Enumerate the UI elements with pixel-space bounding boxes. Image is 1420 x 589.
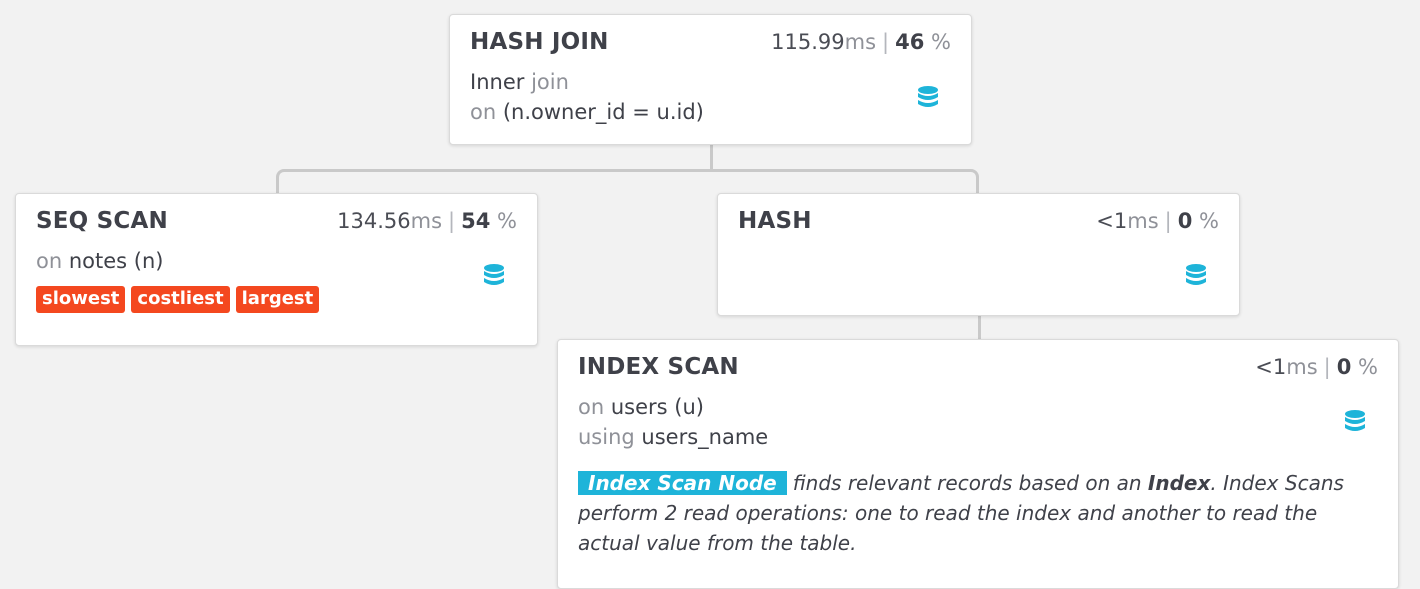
index-name: users_name: [641, 425, 769, 449]
duration-unit: ms: [844, 30, 877, 54]
join-condition: (n.owner_id = u.id): [502, 100, 704, 124]
node-header: INDEX SCAN <1ms | 0 %: [578, 354, 1378, 380]
percent-sign: %: [1358, 355, 1378, 379]
metrics-divider: |: [882, 30, 890, 54]
connector-hashjoin-down: [710, 144, 713, 171]
description-text-1: finds relevant records based on an: [792, 471, 1142, 495]
metrics-divider: |: [1323, 355, 1331, 379]
percent-sign: %: [1199, 209, 1219, 233]
plan-node-hash-join[interactable]: HASH JOIN 115.99ms | 46 % Inner join on (n…: [449, 14, 972, 145]
node-title: HASH JOIN: [470, 29, 609, 55]
plan-node-index-scan[interactable]: INDEX SCAN <1ms | 0 % on users (u) using u…: [557, 339, 1399, 589]
duration-value: 115.99: [771, 30, 845, 54]
database-icon[interactable]: [916, 85, 940, 111]
node-type-badge: Index Scan Node: [578, 471, 787, 495]
relation-name: users (u): [610, 395, 704, 419]
duration-unit: ms: [1286, 355, 1318, 379]
plan-node-seq-scan[interactable]: SEQ SCAN 134.56ms | 54 % on notes (n) slow…: [15, 193, 538, 346]
percent-value: 0: [1336, 355, 1352, 379]
duration-value: 134.56: [337, 209, 411, 233]
node-description: Index Scan Node finds relevant records ba…: [578, 468, 1378, 558]
percent-value: 46: [895, 30, 925, 54]
database-icon[interactable]: [1343, 409, 1367, 435]
description-bold-word: Index: [1147, 471, 1211, 495]
node-tags: slowest costliest largest: [36, 286, 517, 313]
tag-largest: largest: [235, 286, 320, 313]
relation-name: notes (n): [68, 249, 164, 273]
join-type: Inner: [470, 70, 525, 94]
relation-line: on users (u): [578, 392, 1378, 422]
tag-costliest: costliest: [131, 286, 230, 313]
metrics-divider: |: [448, 209, 456, 233]
database-icon[interactable]: [482, 263, 506, 289]
metrics-divider: |: [1164, 209, 1172, 233]
tag-slowest: slowest: [36, 286, 126, 313]
node-header: HASH JOIN 115.99ms | 46 %: [470, 29, 951, 55]
connector-branch: [276, 169, 979, 195]
index-line: using users_name: [578, 422, 1378, 452]
relation-line: on notes (n): [36, 246, 517, 276]
duration-unit: ms: [410, 209, 443, 233]
node-metrics: <1ms | 0 %: [1255, 355, 1378, 379]
connector-hash-down: [978, 315, 981, 340]
node-title: INDEX SCAN: [578, 354, 739, 380]
on-keyword: on: [36, 249, 63, 273]
join-keyword: join: [531, 70, 569, 94]
percent-sign: %: [931, 30, 951, 54]
plan-node-hash[interactable]: HASH <1ms | 0 %: [717, 193, 1240, 316]
node-metrics: 134.56ms | 54 %: [337, 209, 517, 233]
node-metrics: <1ms | 0 %: [1096, 209, 1219, 233]
percent-sign: %: [497, 209, 517, 233]
on-keyword: on: [578, 395, 605, 419]
database-icon[interactable]: [1184, 263, 1208, 289]
using-keyword: using: [578, 425, 635, 449]
node-title: SEQ SCAN: [36, 208, 168, 234]
node-header: HASH <1ms | 0 %: [738, 208, 1219, 234]
percent-value: 54: [461, 209, 491, 233]
join-condition-line: on (n.owner_id = u.id): [470, 97, 951, 127]
node-metrics: 115.99ms | 46 %: [771, 30, 951, 54]
duration-unit: ms: [1127, 209, 1159, 233]
node-header: SEQ SCAN 134.56ms | 54 %: [36, 208, 517, 234]
percent-value: 0: [1177, 209, 1193, 233]
duration-value: <1: [1255, 355, 1287, 379]
join-type-line: Inner join: [470, 67, 951, 97]
node-title: HASH: [738, 208, 812, 234]
on-keyword: on: [470, 100, 497, 124]
duration-value: <1: [1096, 209, 1128, 233]
